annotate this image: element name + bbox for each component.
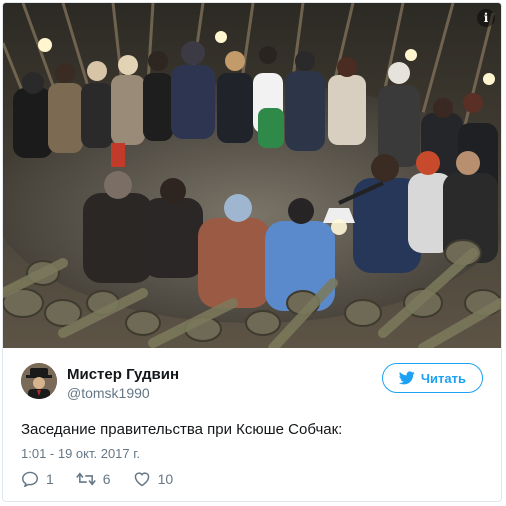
photo-scene xyxy=(3,3,501,348)
info-icon[interactable]: i xyxy=(477,9,495,27)
tweet-text: Заседание правительства при Ксюше Собчак… xyxy=(21,421,343,438)
avatar[interactable] xyxy=(21,363,57,399)
reply-icon xyxy=(21,471,39,487)
follow-button[interactable]: Читать xyxy=(381,363,483,393)
twitter-bird-icon xyxy=(398,371,415,385)
author-handle[interactable]: @tomsk1990 xyxy=(67,385,179,401)
avatar-man-in-hat-icon xyxy=(21,363,57,399)
tweet-header: Мистер Гудвин @tomsk1990 Читать xyxy=(21,363,483,407)
heart-icon xyxy=(134,472,149,487)
author-display-name[interactable]: Мистер Гудвин xyxy=(67,366,179,383)
reply-count: 1 xyxy=(46,471,54,487)
tweet-card: i Мистер Гудвин @tomsk1990 Читать Заседа… xyxy=(2,2,502,502)
tweet-photo[interactable]: i xyxy=(3,3,501,348)
like-count: 10 xyxy=(157,471,174,487)
retweet-icon xyxy=(75,472,96,486)
author-names: Мистер Гудвин @tomsk1990 xyxy=(67,366,179,401)
tweet-actions: 1 6 10 xyxy=(21,471,173,487)
follow-button-label: Читать xyxy=(420,370,466,386)
retweet-count: 6 xyxy=(102,471,111,487)
like-action[interactable]: 10 xyxy=(133,471,174,487)
retweet-action[interactable]: 6 xyxy=(75,471,111,487)
tweet-timestamp[interactable]: 1:01 - 19 окт. 2017 г. xyxy=(21,446,140,461)
reply-action[interactable]: 1 xyxy=(21,471,54,487)
